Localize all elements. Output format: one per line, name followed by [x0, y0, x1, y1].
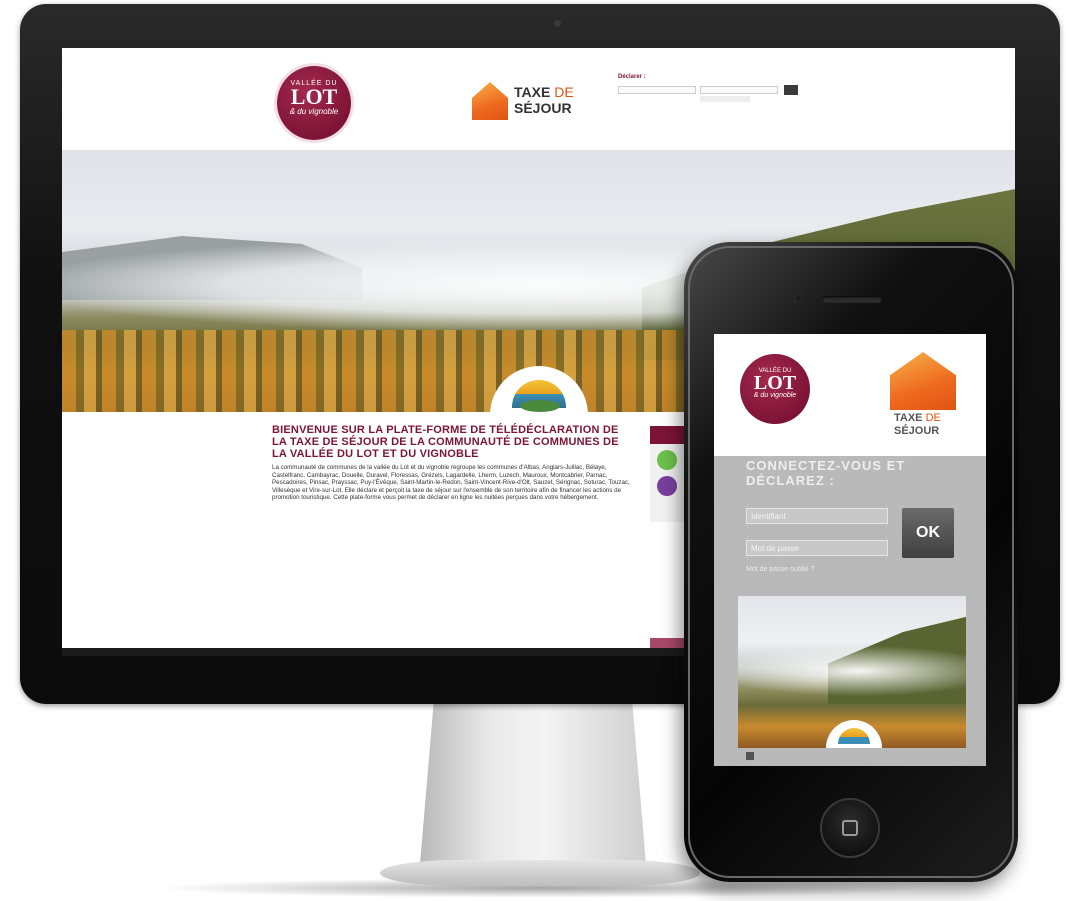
side-contact-panel: [650, 426, 684, 522]
phone-site-header: VALLÉE DU LOT & du vignoble TAXE DE SÉJO…: [714, 334, 986, 456]
tax-logo-accent: DE: [554, 84, 574, 100]
phone-screen: VALLÉE DU LOT & du vignoble TAXE DE SÉJO…: [714, 334, 986, 766]
side-tab-header: [650, 426, 684, 444]
password-field[interactable]: [700, 86, 778, 94]
tax-logo-text: TAXE DE SÉJOUR: [514, 84, 574, 116]
phone-tax-line1: TAXE: [894, 412, 923, 424]
monitor-stand: [420, 704, 646, 864]
phone-brand-logo[interactable]: VALLÉE DU LOT & du vignoble: [740, 354, 810, 424]
monitor-camera-icon: [554, 20, 561, 27]
login-label: Déclarer :: [618, 74, 646, 80]
phone-password-input[interactable]: Mot de passe: [746, 540, 888, 556]
phone-scroll-icon[interactable]: [746, 752, 754, 760]
phone-brand-main: LOT: [753, 372, 797, 394]
intro-text: La communauté de communes de la vallée d…: [272, 464, 630, 502]
phone-brand-sub: & du vignoble: [753, 392, 797, 399]
phone-community-badge-icon: [826, 720, 882, 748]
phone-hero-image: [738, 596, 966, 748]
tax-logo-line1: TAXE: [514, 84, 551, 100]
phone-login-input[interactable]: Identifiant: [746, 508, 888, 524]
main-content: BIENVENUE SUR LA PLATE-FORME DE TÉLÉDÉCL…: [272, 424, 632, 502]
desktop-login-form: Déclarer :: [618, 74, 818, 110]
tax-logo-line2: SÉJOUR: [514, 100, 572, 116]
forgot-password-link[interactable]: [700, 96, 750, 102]
phone-contact-icon[interactable]: [657, 450, 677, 470]
smartphone: VALLÉE DU LOT & du vignoble TAXE DE SÉJO…: [684, 242, 1018, 882]
phone-login-heading: CONNECTEZ-VOUS ET DÉCLAREZ :: [746, 458, 906, 488]
phone-tax-house-icon: [890, 352, 956, 410]
badge-turtle: [520, 400, 560, 412]
home-button-icon[interactable]: [820, 798, 880, 858]
phone-camera-icon: [794, 294, 803, 303]
phone-ok-button[interactable]: OK: [902, 508, 954, 558]
monitor-stand-base: [380, 860, 700, 886]
phone-badge-sun: [838, 728, 870, 744]
brand-logo[interactable]: VALLÉE DU LOT & du vignoble: [277, 66, 351, 140]
phone-tax-logo-text: TAXE DE SÉJOUR: [894, 412, 941, 438]
brand-logo-main: LOT: [290, 84, 338, 109]
tax-house-icon: [472, 82, 508, 120]
page-title: BIENVENUE SUR LA PLATE-FORME DE TÉLÉDÉCL…: [272, 424, 619, 460]
phone-tax-line2: SÉJOUR: [894, 425, 940, 437]
login-ok-button[interactable]: [784, 85, 798, 95]
mail-contact-icon[interactable]: [657, 476, 677, 496]
phone-hero-fog: [738, 646, 966, 696]
phone-speaker-icon: [822, 296, 882, 303]
login-field[interactable]: [618, 86, 696, 94]
home-square-icon: [842, 820, 858, 836]
brand-logo-sub: & du vignoble: [289, 107, 339, 116]
site-header: VALLÉE DU LOT & du vignoble TAXE DE SÉJO…: [62, 48, 1015, 150]
phone-forgot-password-link[interactable]: Mot de passe oublié ?: [746, 566, 815, 573]
phone-tax-accent: DE: [925, 412, 941, 424]
